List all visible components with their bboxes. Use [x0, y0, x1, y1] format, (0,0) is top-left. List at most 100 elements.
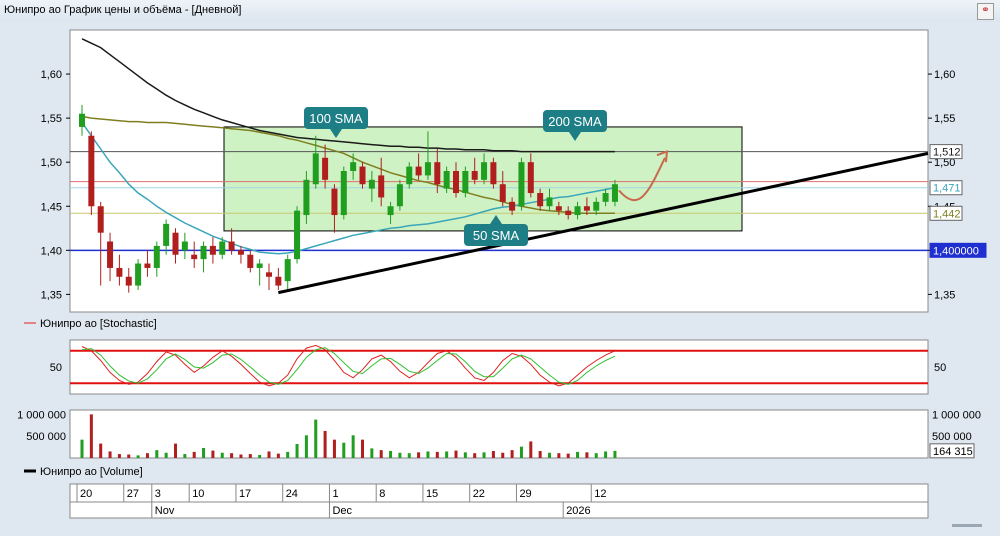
candle-body: [144, 263, 151, 268]
candle-body: [107, 241, 114, 268]
volume-bar: [220, 452, 224, 458]
day-label: 12: [594, 488, 606, 500]
day-label: 3: [155, 488, 161, 500]
volume-bar: [202, 447, 206, 458]
candle-body: [434, 162, 441, 185]
candle-body: [312, 153, 319, 185]
volume-bar: [501, 452, 505, 458]
volume-bar: [482, 452, 486, 458]
volume-bar: [351, 435, 355, 458]
candle-body: [200, 245, 207, 260]
volume-bar: [258, 454, 262, 458]
day-label: 17: [239, 488, 251, 500]
y-tick-label-left: 1,45: [41, 201, 62, 213]
volume-bar: [80, 439, 84, 458]
volume-bar: [211, 450, 215, 458]
volume-bar: [454, 450, 458, 458]
candle-body: [537, 193, 544, 207]
candle-body: [602, 193, 609, 202]
volume-bar: [342, 442, 346, 458]
volume-bar: [435, 451, 439, 458]
volume-bar: [295, 444, 299, 458]
candle-body: [481, 162, 488, 180]
volume-bar: [585, 452, 589, 458]
candle-body: [509, 201, 516, 211]
day-label: 1: [332, 488, 338, 500]
volume-bar: [361, 439, 364, 458]
title-bar: Юнипро ао График цены и объёма - [Дневно…: [0, 0, 1000, 23]
volume-bar: [127, 454, 131, 458]
candle-body: [256, 263, 263, 268]
candle-body: [518, 162, 525, 207]
volume-bar: [379, 450, 383, 458]
volume-bar: [473, 453, 477, 458]
candle-body: [462, 171, 469, 194]
candle: [88, 131, 95, 216]
candle-body: [219, 241, 226, 255]
day-label: 24: [286, 488, 298, 500]
volume-bar: [117, 454, 121, 458]
candle-body: [79, 113, 85, 127]
stochastic-tick-right: 50: [934, 362, 946, 374]
annotation-label: 200 SMA: [548, 114, 602, 129]
price-label: 1,512: [929, 144, 963, 160]
candle-body: [443, 171, 450, 189]
day-label: 29: [519, 488, 531, 500]
volume-bar: [174, 443, 177, 458]
candle-body: [247, 254, 254, 268]
volume-legend: Юнипро ао [Volume]: [40, 466, 143, 478]
candle-body: [275, 276, 282, 286]
candle-body: [546, 197, 553, 207]
volume-bar: [529, 441, 533, 458]
stochastic-legend: Юнипро ао [Stochastic]: [40, 318, 157, 330]
candle-body: [471, 171, 478, 180]
candle-body: [191, 254, 198, 260]
volume-bar: [192, 451, 196, 458]
volume-bar: [604, 451, 608, 458]
candle-body: [406, 166, 413, 185]
y-tick-label-right: 1,60: [934, 69, 955, 81]
volume-bar: [267, 451, 271, 458]
volume-bar: [398, 452, 402, 458]
volume-bar: [323, 430, 327, 458]
volume-bar: [389, 451, 393, 458]
candle-body: [555, 206, 562, 211]
price-label: 1,442: [929, 205, 963, 221]
candle-body: [237, 250, 244, 255]
candle: [490, 157, 497, 189]
candle-body: [172, 232, 179, 255]
candle-body: [116, 267, 123, 277]
month-label: 2026: [566, 505, 590, 517]
price-volume-chart: 100 SMA200 SMA50 SMA 1,351,351,401,401,4…: [0, 22, 1000, 536]
volume-current-label: 164 315: [933, 446, 973, 458]
candle-body: [228, 241, 235, 251]
stochastic-panel: [69, 339, 929, 395]
volume-bar: [145, 453, 149, 458]
link-icon[interactable]: ⚭: [977, 3, 994, 20]
candle-body: [97, 206, 104, 233]
day-label: 20: [80, 488, 92, 500]
volume-bar: [239, 454, 243, 458]
candle-body: [490, 162, 497, 185]
stochastic-tick-left: 50: [50, 362, 62, 374]
y-tick-label-left: 1,35: [41, 289, 62, 301]
annotation-label: 100 SMA: [309, 111, 363, 126]
candle: [135, 259, 142, 290]
horizontal-scrollbar[interactable]: [952, 524, 982, 527]
volume-tick-left: 1 000 000: [17, 409, 66, 421]
volume-bar: [230, 453, 234, 458]
volume-bar: [108, 451, 112, 458]
volume-bar: [276, 453, 280, 458]
volume-bar: [332, 439, 336, 458]
candle-body: [378, 175, 385, 198]
day-label: 8: [379, 488, 385, 500]
day-label: 22: [473, 488, 485, 500]
candle-body: [88, 135, 95, 207]
volume-bar: [155, 450, 159, 458]
volume-bar: [576, 451, 580, 458]
price-label-text: 1,442: [933, 208, 961, 220]
y-tick-label-right: 1,55: [934, 113, 955, 125]
volume-bar: [99, 443, 103, 458]
candle-body: [209, 245, 216, 255]
candle-body: [424, 162, 431, 176]
